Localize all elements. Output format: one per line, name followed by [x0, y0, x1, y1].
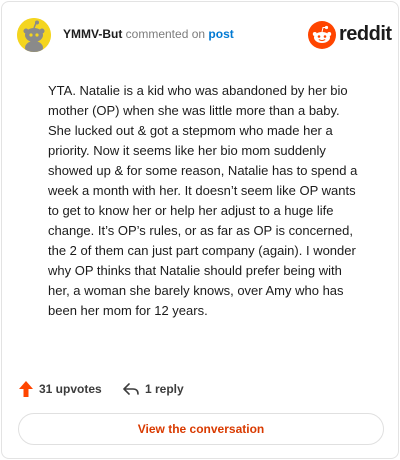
comment-card: YMMV-But commented on post reddit YTA. N… — [1, 1, 399, 459]
reply-arrow-icon[interactable] — [122, 381, 140, 397]
post-link[interactable]: post — [208, 27, 233, 41]
reply-action[interactable]: 1 reply — [122, 378, 184, 400]
reddit-logo-icon — [308, 21, 336, 49]
upvote-count: 31 upvotes — [39, 382, 102, 396]
commented-on-label: commented on — [125, 27, 206, 41]
reddit-brand[interactable]: reddit — [308, 20, 392, 50]
comment-meta: YMMV-But commented on post — [63, 27, 234, 41]
upvote-action[interactable]: 31 upvotes — [18, 378, 102, 400]
snoo-avatar-icon[interactable] — [17, 18, 51, 52]
upvote-arrow-icon[interactable] — [18, 380, 34, 398]
comment-body: YTA. Natalie is a kid who was abandoned … — [48, 83, 358, 318]
reply-count: 1 reply — [145, 382, 184, 396]
comment-actions: 31 upvotes 1 reply — [18, 378, 382, 400]
view-conversation-button[interactable]: View the conversation — [18, 413, 384, 445]
comment-header: YMMV-But commented on post reddit — [17, 18, 392, 52]
reddit-wordmark: reddit — [339, 23, 392, 45]
username[interactable]: YMMV-But — [63, 27, 122, 41]
